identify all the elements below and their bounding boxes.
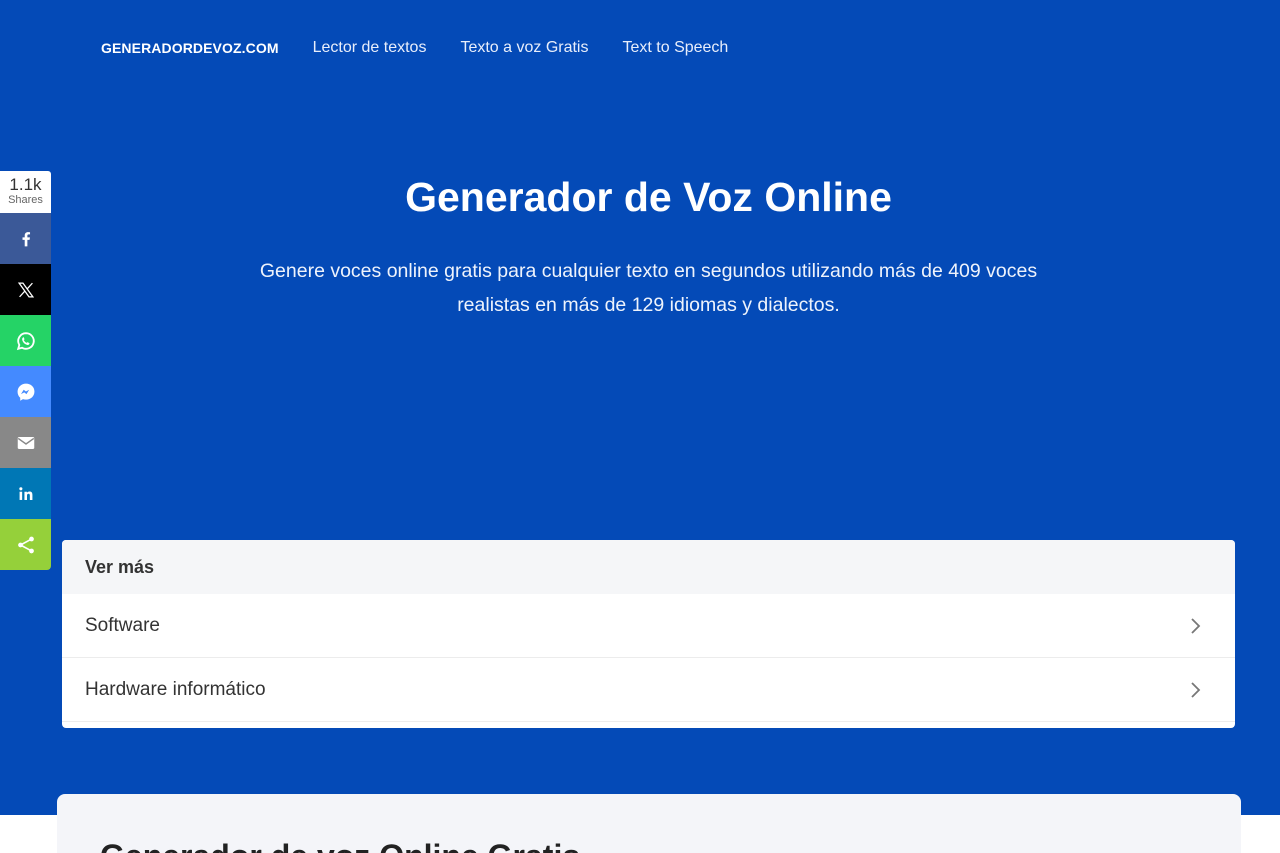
chevron-right-icon (1191, 617, 1201, 634)
share-facebook-button[interactable] (0, 213, 51, 264)
share-count: 1.1k Shares (0, 171, 51, 213)
linkedin-icon (18, 486, 32, 500)
chevron-right-icon (1191, 681, 1201, 698)
share-messenger-button[interactable] (0, 366, 51, 417)
nav-link-text-to-speech[interactable]: Text to Speech (622, 39, 728, 57)
share-icon (17, 536, 34, 553)
nav-link-lector-de-textos[interactable]: Lector de textos (313, 39, 427, 57)
nav-link-texto-a-voz-gratis[interactable]: Texto a voz Gratis (460, 39, 588, 57)
site-logo[interactable]: GENERADORDEVOZ.COM (101, 40, 279, 56)
facebook-icon (22, 231, 30, 246)
ver-mas-item-hardware[interactable]: Hardware informático (62, 658, 1235, 722)
content-panel: Generador de voz Online Gratis (57, 794, 1241, 853)
subtitle-line-2: realistas en más de 129 idiomas y dialec… (457, 294, 840, 316)
share-x-button[interactable] (0, 264, 51, 315)
ver-mas-item-software[interactable]: Software (62, 594, 1235, 658)
top-nav: GENERADORDEVOZ.COM Lector de textos Text… (101, 37, 762, 59)
share-count-number: 1.1k (9, 175, 42, 194)
ver-mas-item-label: Hardware informático (85, 678, 266, 700)
share-linkedin-button[interactable] (0, 468, 51, 519)
page-subtitle: Genere voces online gratis para cualquie… (200, 254, 1097, 322)
share-sidebar: 1.1k Shares (0, 171, 51, 570)
ver-mas-header: Ver más (62, 540, 1235, 594)
ver-mas-item-label: Software (85, 614, 160, 636)
share-count-label: Shares (8, 194, 43, 206)
email-icon (17, 436, 34, 449)
subtitle-line-1: Genere voces online gratis para cualquie… (259, 260, 1038, 282)
section-heading: Generador de voz Online Gratis (100, 838, 580, 853)
share-whatsapp-button[interactable] (0, 315, 51, 366)
messenger-icon (17, 383, 34, 401)
whatsapp-icon (16, 331, 35, 350)
share-more-button[interactable] (0, 519, 51, 570)
page-title: Generador de Voz Online (405, 174, 892, 220)
ver-mas-card: Ver más Software Hardware informático (62, 540, 1235, 728)
x-icon (17, 281, 34, 298)
share-email-button[interactable] (0, 417, 51, 468)
